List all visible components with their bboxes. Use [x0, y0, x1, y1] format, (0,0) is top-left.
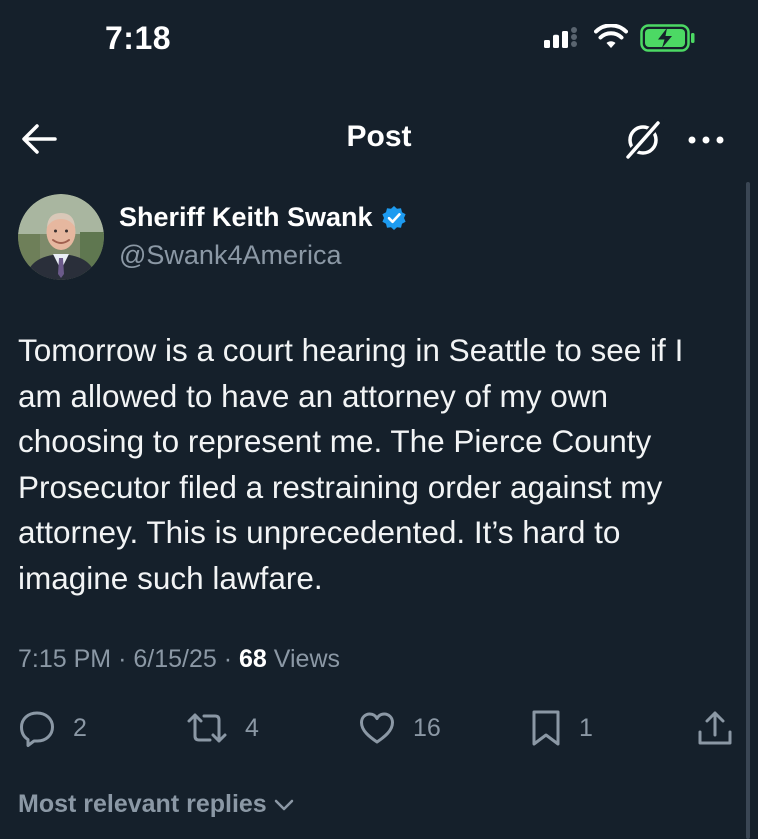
- grok-icon[interactable]: [621, 118, 665, 162]
- wifi-icon: [594, 24, 628, 48]
- bookmark-button[interactable]: 1: [529, 700, 593, 756]
- reply-count: 2: [73, 713, 87, 742]
- author-handle[interactable]: @Swank4America: [119, 240, 342, 271]
- views-count[interactable]: 68: [239, 645, 267, 673]
- author-name-row[interactable]: Sheriff Keith Swank: [119, 202, 407, 233]
- meta-separator: ·: [118, 645, 127, 673]
- meta-separator: ·: [223, 645, 233, 673]
- reply-button[interactable]: 2: [17, 700, 87, 756]
- status-bar: 7:18: [0, 0, 758, 80]
- chevron-down-icon: [274, 799, 293, 810]
- tweet-meta: 7:15 PM · 6/15/25 · 68 Views: [18, 645, 340, 674]
- author-name[interactable]: Sheriff Keith Swank: [119, 202, 373, 233]
- battery-charging-icon: [640, 24, 695, 52]
- repost-icon: [187, 713, 227, 743]
- like-count: 16: [413, 713, 441, 742]
- tweet-text: Tomorrow is a court hearing in Seattle t…: [18, 332, 684, 596]
- repost-count: 4: [245, 713, 259, 742]
- tweet-date: 6/15/25: [133, 645, 217, 673]
- tweet-time: 7:15 PM: [18, 645, 112, 673]
- status-time: 7:18: [105, 20, 172, 56]
- like-button[interactable]: 16: [357, 700, 441, 756]
- reply-icon: [20, 711, 54, 747]
- heart-icon: [360, 712, 394, 744]
- share-icon: [698, 711, 732, 745]
- bookmark-count: 1: [579, 713, 593, 742]
- cellular-signal-icon: [544, 27, 577, 48]
- avatar[interactable]: [18, 194, 104, 280]
- replies-sort-dropdown[interactable]: Most relevant replies: [18, 790, 295, 819]
- replies-sort-label: Most relevant replies: [18, 790, 267, 818]
- verified-badge-icon[interactable]: [381, 205, 407, 231]
- views-label: Views: [273, 645, 341, 673]
- more-icon[interactable]: [686, 130, 726, 150]
- repost-button[interactable]: 4: [185, 700, 259, 756]
- nav-bar: Post: [0, 100, 758, 180]
- action-bar: 2 4 16 1: [0, 700, 758, 756]
- tweet-author: Sheriff Keith Swank @Swank4America: [18, 194, 718, 284]
- bookmark-icon: [532, 710, 560, 746]
- share-button[interactable]: [695, 700, 735, 756]
